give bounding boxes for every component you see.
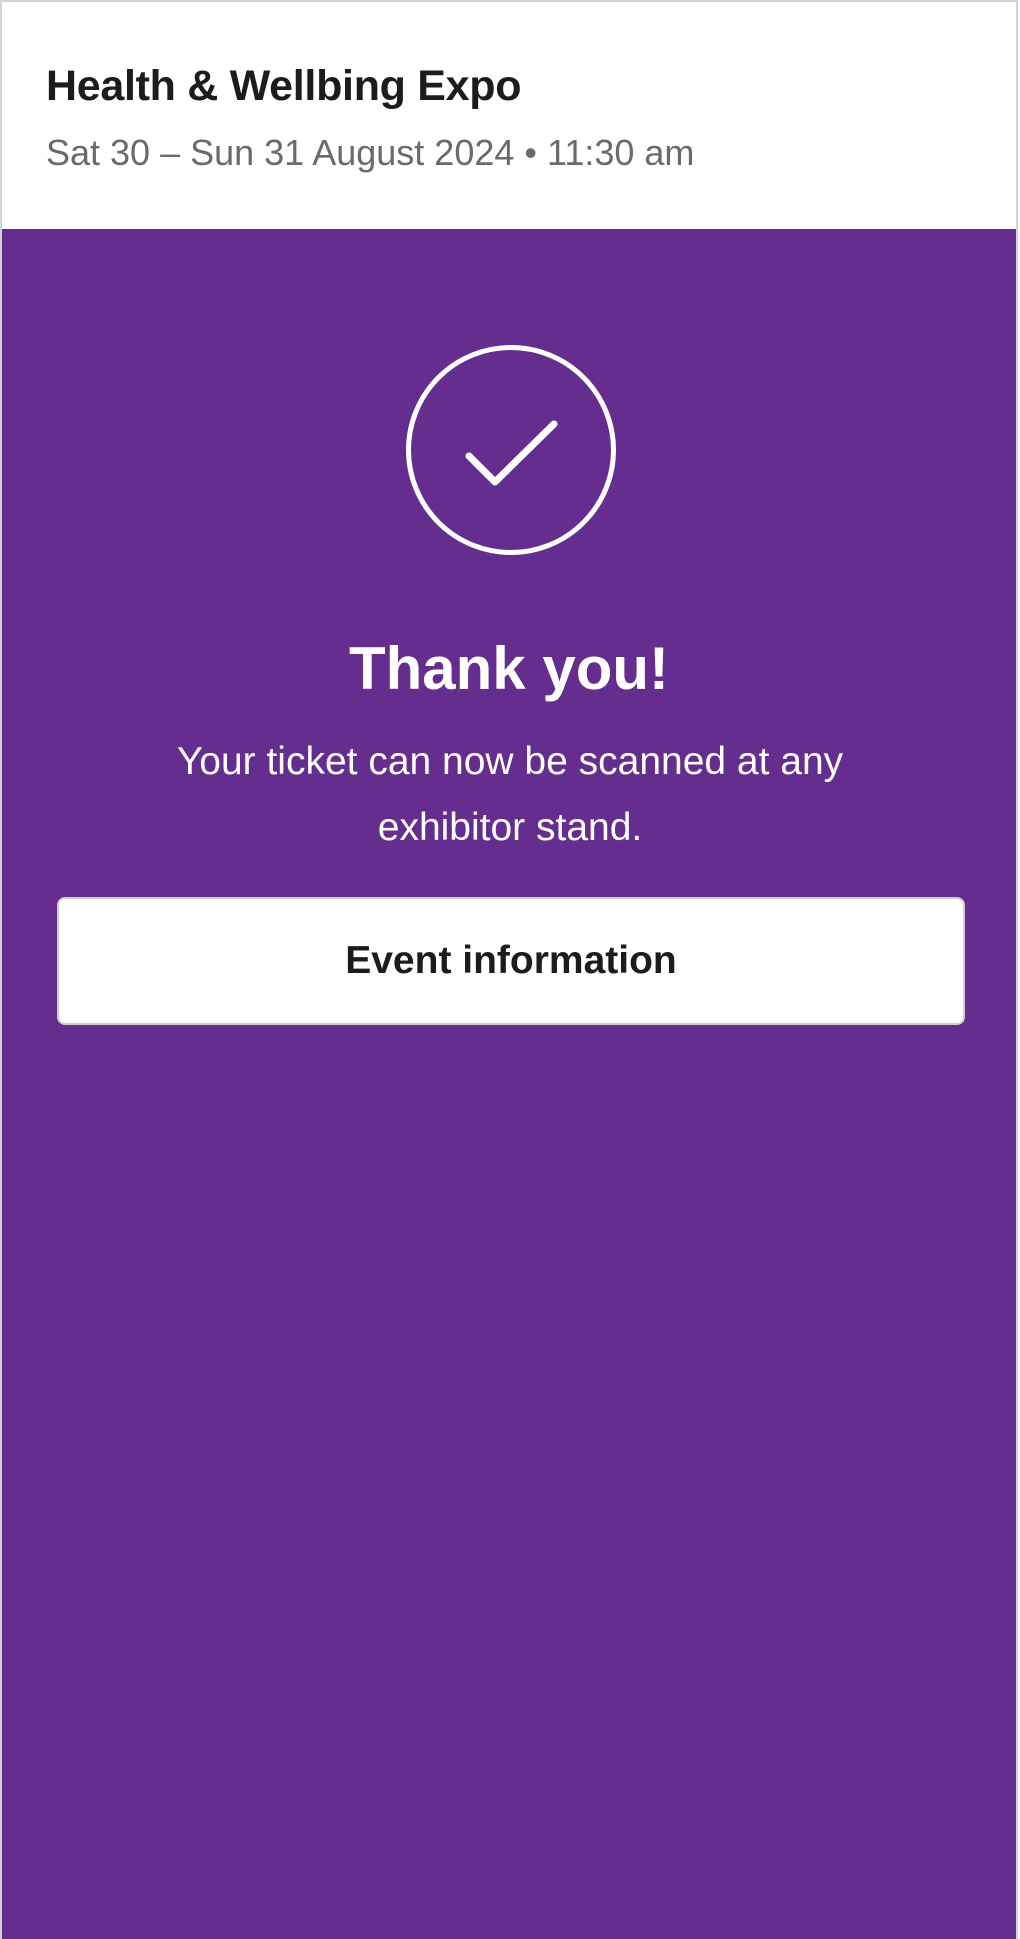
event-title: Health & Wellbing Expo bbox=[46, 62, 522, 110]
event-date-time: Sat 30 – Sun 31 August 2024 • 11:30 am bbox=[46, 132, 695, 173]
event-header: Health & Wellbing Expo Sat 30 – Sun 31 A… bbox=[2, 2, 1016, 229]
app-screen: Health & Wellbing Expo Sat 30 – Sun 31 A… bbox=[0, 0, 1018, 1939]
checkmark-circle-icon bbox=[406, 345, 616, 555]
checkmark-icon bbox=[465, 420, 558, 486]
thank-you-heading: Thank you! bbox=[348, 635, 669, 702]
confirmation-panel: Thank you! Your ticket can now be scanne… bbox=[2, 229, 1016, 1939]
confirmation-message: Your ticket can now be scanned at any ex… bbox=[176, 740, 844, 849]
event-information-button[interactable]: Event information bbox=[57, 897, 965, 1025]
